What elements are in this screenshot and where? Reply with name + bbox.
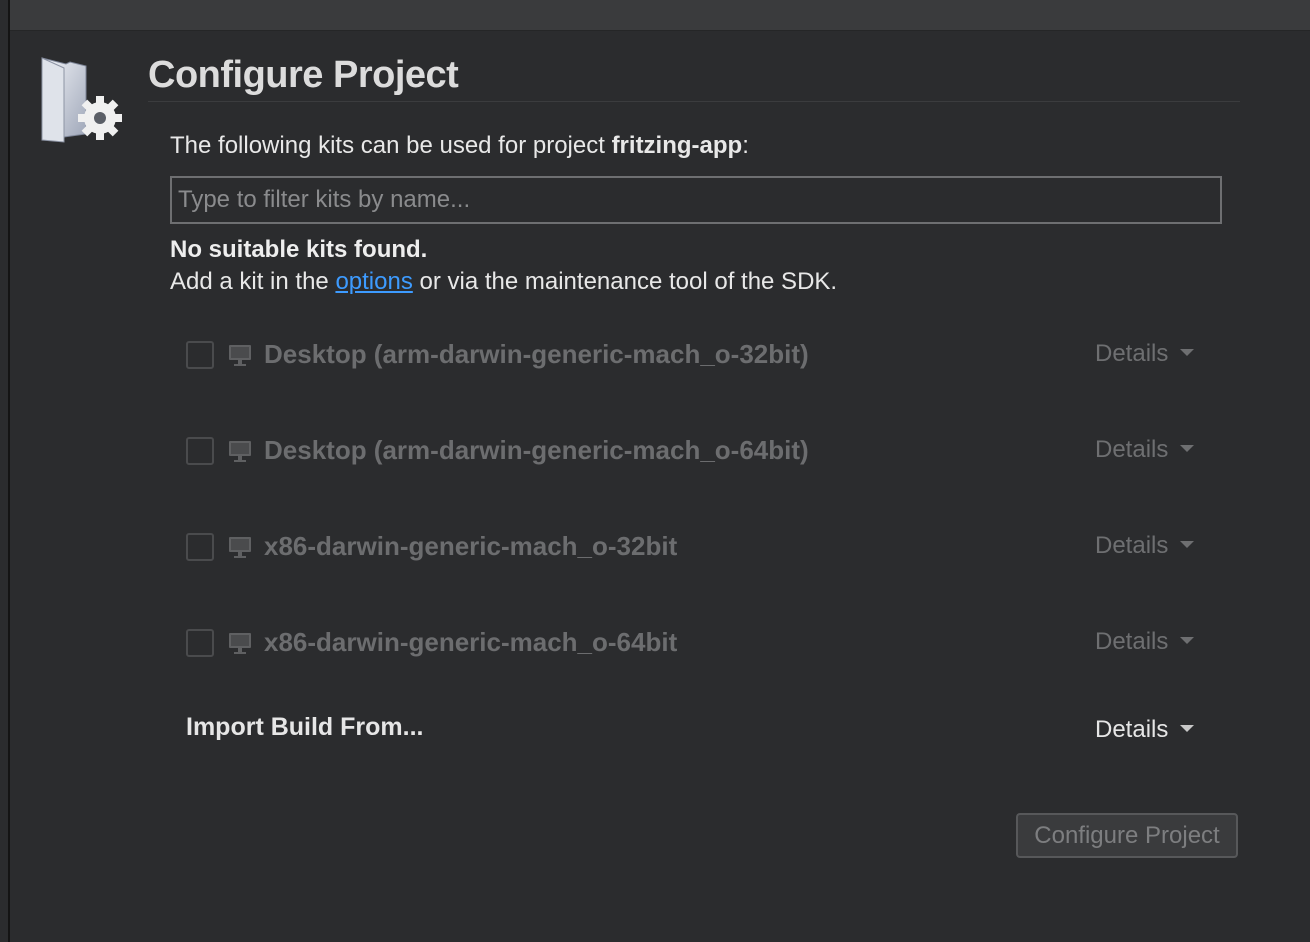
page-title: Configure Project xyxy=(148,54,459,96)
add-kit-prefix: Add a kit in the xyxy=(170,268,336,295)
project-name: fritzing-app xyxy=(611,132,743,159)
add-kit-suffix: or via the maintenance tool of the SDK. xyxy=(412,268,838,295)
kit-label: x86-darwin-generic-mach_o-64bit xyxy=(264,627,678,657)
folder-gear-icon xyxy=(41,57,122,143)
monitor-icon xyxy=(229,441,251,462)
kit-row: Desktop (arm-darwin-generic-mach_o-64bit… xyxy=(186,431,1216,471)
monitor-icon xyxy=(229,345,251,366)
details-label: Details xyxy=(1095,340,1169,367)
caret-down-icon xyxy=(1180,349,1195,357)
kit-checkbox[interactable] xyxy=(186,437,214,465)
kit-label: Desktop (arm-darwin-generic-mach_o-32bit… xyxy=(264,339,809,369)
kit-checkbox[interactable] xyxy=(186,629,214,657)
no-kits-message: No suitable kits found. xyxy=(170,236,428,263)
kit-row: x86-darwin-generic-mach_o-64bit Details xyxy=(186,623,1216,663)
kit-checkbox[interactable] xyxy=(186,341,214,369)
intro-prefix: The following kits can be used for proje… xyxy=(170,132,612,159)
add-kit-hint: Add a kit in the options or via the main… xyxy=(170,268,837,296)
details-label: Details xyxy=(1095,532,1169,559)
options-link[interactable]: options xyxy=(335,268,412,295)
kit-details-button[interactable]: Details xyxy=(1095,532,1195,560)
caret-down-icon xyxy=(1180,637,1195,645)
import-build-label[interactable]: Import Build From... xyxy=(186,713,424,742)
import-build-row: Import Build From... Details xyxy=(186,711,1216,751)
intro-text: The following kits can be used for proje… xyxy=(170,132,749,160)
kit-filter-input[interactable] xyxy=(170,176,1222,224)
top-toolbar xyxy=(0,0,1310,31)
import-details-button[interactable]: Details xyxy=(1095,716,1195,744)
kit-details-button[interactable]: Details xyxy=(1095,436,1195,464)
kit-row: Desktop (arm-darwin-generic-mach_o-32bit… xyxy=(186,335,1216,375)
monitor-icon xyxy=(229,537,251,558)
monitor-icon xyxy=(229,633,251,654)
configure-project-button[interactable]: Configure Project xyxy=(1016,813,1238,858)
kit-checkbox[interactable] xyxy=(186,533,214,561)
details-label: Details xyxy=(1095,628,1169,655)
caret-down-icon xyxy=(1180,725,1195,733)
kit-row: x86-darwin-generic-mach_o-32bit Details xyxy=(186,527,1216,567)
intro-suffix: : xyxy=(742,132,749,159)
left-sidebar-edge xyxy=(0,0,10,942)
kit-label: x86-darwin-generic-mach_o-32bit xyxy=(264,531,678,561)
caret-down-icon xyxy=(1180,445,1195,453)
title-divider xyxy=(148,101,1240,102)
kit-details-button[interactable]: Details xyxy=(1095,628,1195,656)
details-label: Details xyxy=(1095,716,1169,743)
details-label: Details xyxy=(1095,436,1169,463)
kit-label: Desktop (arm-darwin-generic-mach_o-64bit… xyxy=(264,435,809,465)
kit-details-button[interactable]: Details xyxy=(1095,340,1195,368)
caret-down-icon xyxy=(1180,541,1195,549)
